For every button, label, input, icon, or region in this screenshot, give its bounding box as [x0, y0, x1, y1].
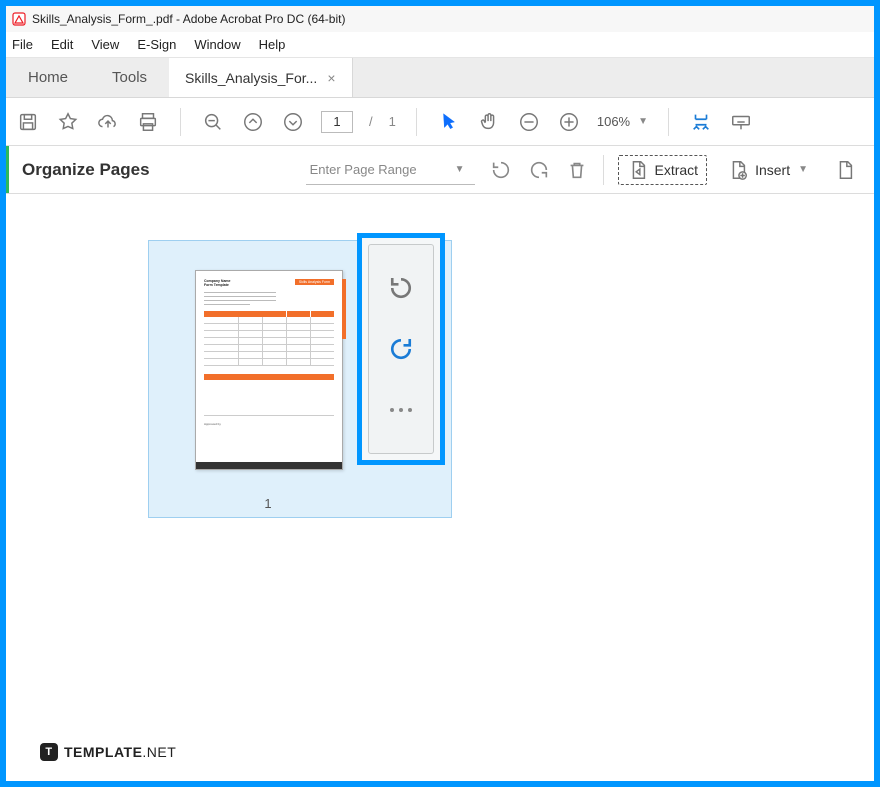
pointer-icon[interactable]	[437, 110, 461, 134]
caret-down-icon: ▼	[455, 164, 465, 175]
tab-document-label: Skills_Analysis_For...	[185, 70, 317, 86]
cloud-upload-icon[interactable]	[96, 110, 120, 134]
menu-edit[interactable]: Edit	[51, 37, 73, 52]
menu-help[interactable]: Help	[259, 37, 286, 52]
tab-tools[interactable]: Tools	[90, 58, 169, 97]
tab-home[interactable]: Home	[6, 58, 90, 97]
rotate-ccw-icon[interactable]	[489, 158, 513, 182]
menu-esign[interactable]: E-Sign	[137, 37, 176, 52]
main-toolbar: / 1 106% ▼	[6, 98, 874, 146]
brand-icon: T	[40, 743, 58, 761]
zoom-value: 106%	[597, 114, 630, 129]
organize-title: Organize Pages	[18, 160, 150, 180]
tab-document[interactable]: Skills_Analysis_For... ×	[169, 58, 352, 97]
rotate-popover	[357, 233, 445, 465]
insert-button[interactable]: Insert ▼	[721, 155, 814, 185]
page-number-input[interactable]	[321, 111, 353, 133]
menu-view[interactable]: View	[91, 37, 119, 52]
page-total: 1	[389, 114, 396, 129]
titlebar: Skills_Analysis_Form_.pdf - Adobe Acroba…	[6, 6, 874, 32]
more-options-button[interactable]	[383, 392, 419, 428]
organize-toolbar: Organize Pages Enter Page Range ▼ Extrac…	[6, 146, 874, 194]
zoom-dropdown[interactable]: 106% ▼	[597, 114, 648, 129]
thumbnail-preview: Company NameForm Template Skills Analysi…	[195, 270, 343, 470]
page-up-icon[interactable]	[241, 110, 265, 134]
keyboard-icon[interactable]	[729, 110, 753, 134]
page-sep: /	[369, 114, 373, 129]
more-action-icon[interactable]	[828, 155, 862, 185]
star-icon[interactable]	[56, 110, 80, 134]
zoom-plus-icon[interactable]	[557, 110, 581, 134]
print-icon[interactable]	[136, 110, 160, 134]
menu-file[interactable]: File	[12, 37, 33, 52]
caret-down-icon: ▼	[638, 116, 648, 127]
hand-icon[interactable]	[477, 110, 501, 134]
tabbar: Home Tools Skills_Analysis_For... ×	[6, 58, 874, 98]
extract-button[interactable]: Extract	[618, 155, 708, 185]
rotate-ccw-button[interactable]	[383, 270, 419, 306]
caret-down-icon: ▼	[798, 164, 808, 175]
extract-label: Extract	[655, 162, 699, 178]
insert-label: Insert	[755, 162, 790, 178]
save-icon[interactable]	[16, 110, 40, 134]
thumbnail-page-number: 1	[149, 496, 387, 511]
page-range-dropdown[interactable]: Enter Page Range ▼	[306, 155, 475, 185]
zoom-out-icon[interactable]	[201, 110, 225, 134]
page-down-icon[interactable]	[281, 110, 305, 134]
tab-close-icon[interactable]: ×	[327, 70, 335, 86]
menubar: File Edit View E-Sign Window Help	[6, 32, 874, 58]
delete-icon[interactable]	[565, 158, 589, 182]
menu-window[interactable]: Window	[194, 37, 240, 52]
brand-watermark: T TEMPLATE.NET	[40, 743, 176, 761]
fit-width-icon[interactable]	[689, 110, 713, 134]
rotate-cw-icon[interactable]	[527, 158, 551, 182]
rotate-cw-button[interactable]	[383, 331, 419, 367]
zoom-minus-icon[interactable]	[517, 110, 541, 134]
page-range-label: Enter Page Range	[310, 162, 417, 177]
pdf-icon	[12, 12, 26, 26]
workspace: Company NameForm Template Skills Analysi…	[6, 194, 874, 781]
window-title: Skills_Analysis_Form_.pdf - Adobe Acroba…	[32, 12, 345, 26]
